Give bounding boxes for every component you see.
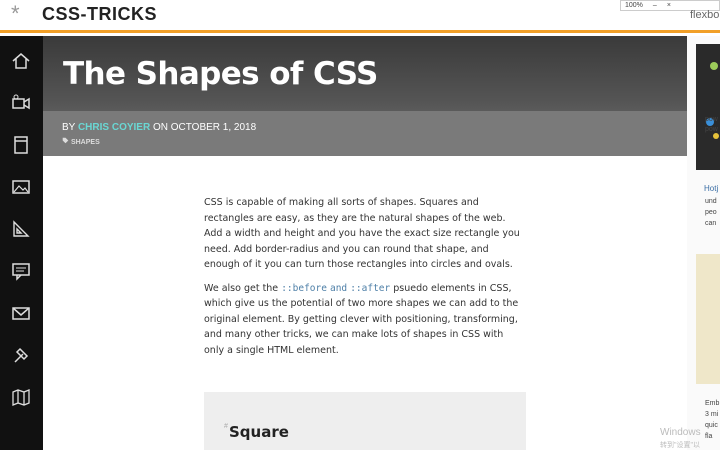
minimize-button[interactable]: –	[653, 2, 657, 9]
sidebar-text-3: und	[705, 198, 717, 205]
logo-star-icon[interactable]: *	[11, 3, 20, 25]
tag-icon	[62, 137, 69, 144]
sidebar-text-8: quic	[705, 422, 718, 429]
almanac-icon[interactable]	[10, 134, 32, 156]
zoom-level: 100%	[625, 2, 643, 9]
forums-icon[interactable]	[10, 260, 32, 282]
article-hero: The Shapes of CSS BY CHRIS COYIER ON OCT…	[43, 36, 687, 156]
anchor-link[interactable]: #	[224, 423, 228, 430]
right-sidebar: pow pow Hotj und peo can Emb 3 mi quic f…	[687, 36, 720, 450]
windows-watermark: Windows	[660, 427, 701, 438]
ad-text-1: pow	[705, 116, 718, 123]
p2-text-a: We also get the	[204, 282, 279, 294]
map-icon[interactable]	[10, 386, 32, 408]
author-link[interactable]: CHRIS COYIER	[78, 122, 150, 133]
home-icon[interactable]	[10, 50, 32, 72]
article-content: CSS is capable of making all sorts of sh…	[43, 156, 687, 450]
ad-card[interactable]	[696, 254, 720, 384]
before-code: ::before	[281, 282, 327, 294]
paragraph-1: CSS is capable of making all sorts of sh…	[204, 197, 520, 270]
paragraph-2: We also get the ::before and ::after psu…	[204, 281, 524, 359]
date-text: ON OCTOBER 1, 2018	[152, 122, 257, 133]
tag-link[interactable]: SHAPES	[62, 137, 100, 146]
page-title: The Shapes of CSS	[63, 56, 378, 92]
article-meta: BY CHRIS COYIER ON OCTOBER 1, 2018	[62, 122, 256, 133]
by-label: BY	[62, 122, 76, 133]
sidebar-text-7: 3 mi	[705, 411, 719, 418]
tag-label: SHAPES	[70, 139, 100, 146]
ad-banner[interactable]	[696, 44, 720, 170]
article-body: CSS is capable of making all sorts of sh…	[204, 195, 524, 366]
after-code: ::after	[350, 282, 391, 294]
shape-demo-box: # Square	[204, 392, 526, 450]
sidebar-text-6: Emb	[705, 400, 720, 407]
sidebar-text-9: fla	[705, 433, 713, 440]
sidebar	[0, 36, 43, 450]
browser-tab-text: flexbo	[690, 9, 720, 21]
sidebar-text-4: peo	[705, 209, 717, 216]
newsletter-icon[interactable]	[10, 302, 32, 324]
close-button[interactable]: ×	[667, 2, 671, 9]
sidebar-link[interactable]: Hotj	[704, 184, 718, 193]
tools-icon[interactable]	[10, 344, 32, 366]
site-logo[interactable]: CSS-TRICKS	[42, 4, 157, 25]
windows-watermark-2: 转到"设置"以	[660, 442, 700, 449]
ad-text-2: pow	[705, 126, 718, 133]
guides-icon[interactable]	[10, 218, 32, 240]
top-header: * CSS-TRICKS 100% – × flexbo	[0, 0, 720, 33]
sidebar-text-5: can	[705, 220, 717, 227]
and-code: and	[329, 282, 348, 294]
image-icon[interactable]	[10, 176, 32, 198]
video-icon[interactable]	[10, 92, 32, 114]
meta-band	[43, 111, 687, 156]
section-heading-square: Square	[229, 423, 289, 441]
